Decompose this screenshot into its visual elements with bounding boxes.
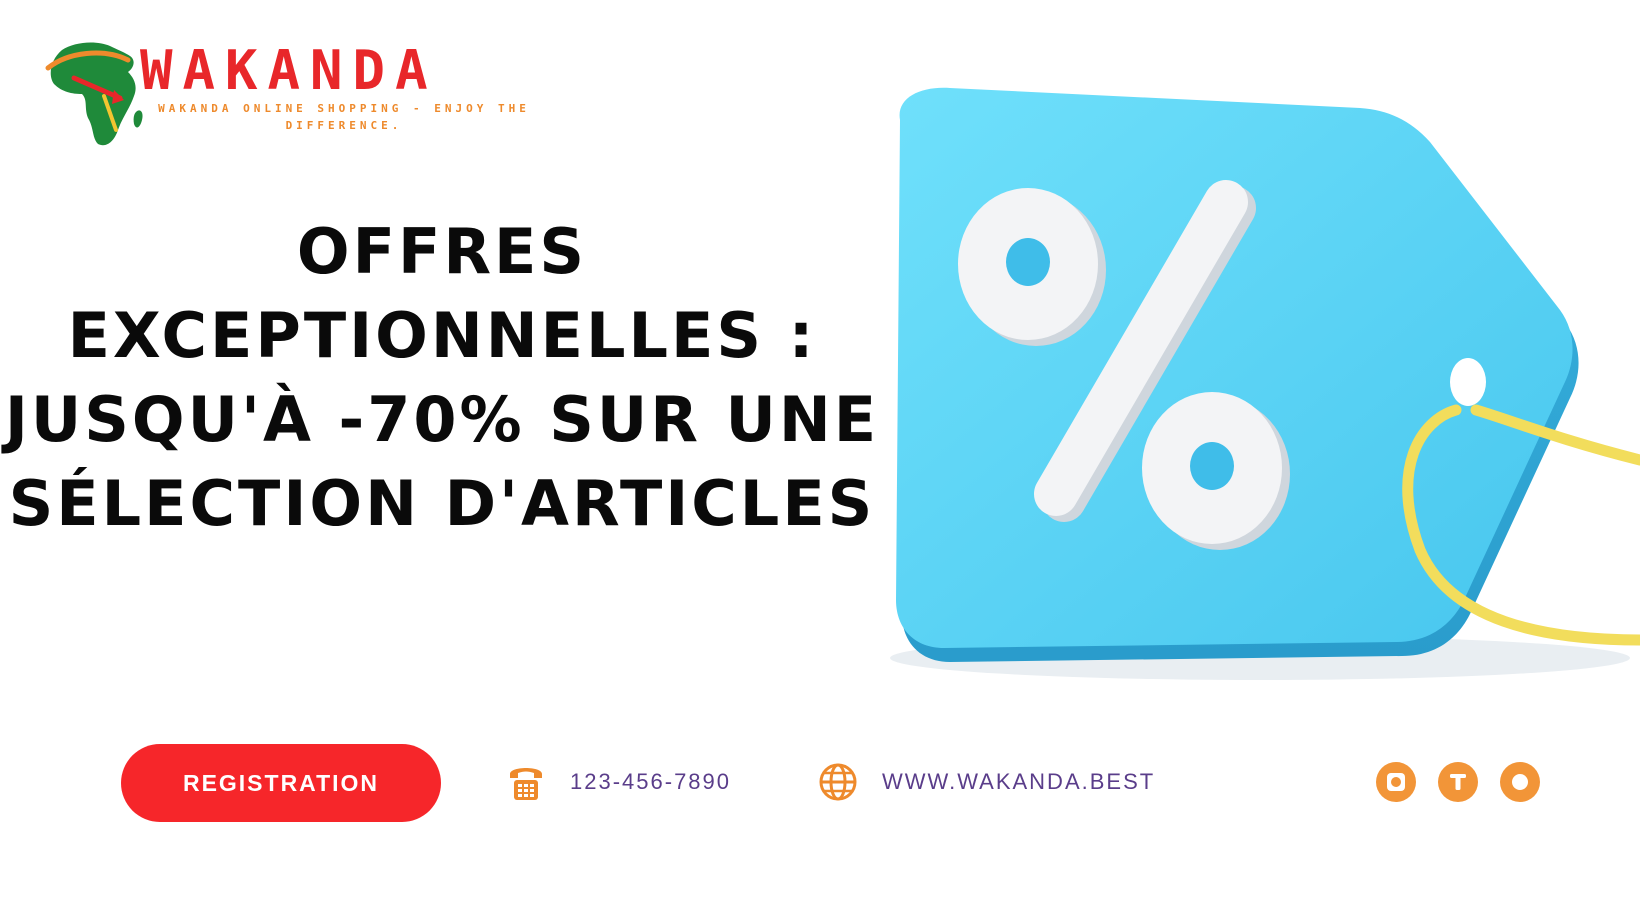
circle-icon[interactable] <box>1500 762 1540 802</box>
phone-contact[interactable]: 123-456-7890 <box>506 760 731 804</box>
brand-wordmark: WAKANDA <box>140 39 438 102</box>
headline-line: SÉLECTION D'ARTICLES <box>8 467 876 540</box>
instagram-icon[interactable] <box>1376 762 1416 802</box>
headline-line: EXCEPTIONNELLES : <box>67 299 817 372</box>
registration-button[interactable]: REGISTRATION <box>121 744 441 822</box>
promo-headline: OFFRES EXCEPTIONNELLES : JUSQU'À -70% SU… <box>0 210 884 546</box>
twitter-icon[interactable] <box>1438 762 1478 802</box>
percent-price-tag-icon <box>890 87 1640 680</box>
headline-line: OFFRES <box>296 215 588 288</box>
phone-number[interactable]: 123-456-7890 <box>570 769 731 795</box>
social-links <box>1376 762 1540 802</box>
website-url[interactable]: WWW.WAKANDA.BEST <box>882 769 1155 795</box>
globe-icon <box>819 763 857 801</box>
brand-logo[interactable]: WAKANDA WAKANDA ONLINE SHOPPING - ENJOY … <box>44 38 526 150</box>
phone-icon <box>510 768 542 800</box>
brand-tagline: WAKANDA ONLINE SHOPPING - ENJOY THE DIFF… <box>158 102 530 132</box>
website-contact[interactable]: WWW.WAKANDA.BEST <box>818 760 1155 804</box>
headline-line: JUSQU'À -70% SUR UNE <box>4 383 880 456</box>
